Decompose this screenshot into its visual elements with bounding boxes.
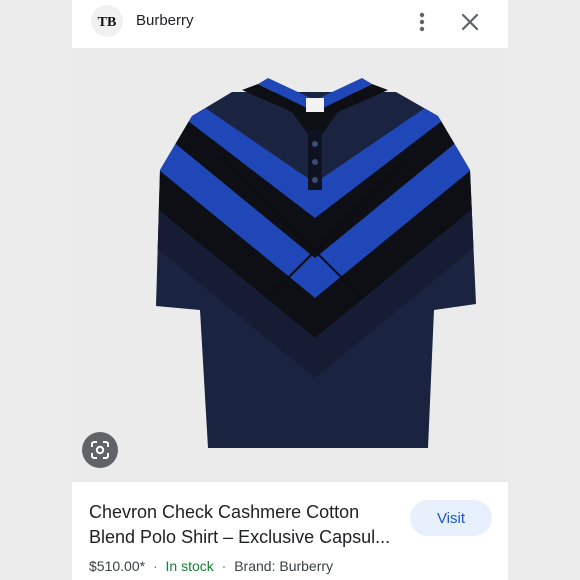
google-lens-icon[interactable] <box>82 432 118 468</box>
product-image[interactable] <box>72 48 508 482</box>
product-title-line-2: Blend Polo Shirt – Exclusive Capsul... <box>89 527 391 547</box>
card-header: TB Burberry <box>72 0 508 48</box>
price: $510.00* <box>89 558 146 574</box>
brand-name[interactable]: Burberry <box>136 12 194 29</box>
product-title-line-1: Chevron Check Cashmere Cotton <box>89 502 360 522</box>
stock-status: In stock <box>165 558 214 574</box>
product-meta: $510.00* · In stock · Brand: Burberry <box>89 558 333 574</box>
visit-button[interactable]: Visit <box>410 500 492 536</box>
close-icon[interactable] <box>458 10 482 34</box>
svg-text:TB: TB <box>98 15 117 30</box>
product-title[interactable]: Chevron Check Cashmere Cotton Blend Polo… <box>89 500 399 550</box>
more-vert-icon[interactable] <box>412 10 432 34</box>
separator-dot: · <box>152 558 158 574</box>
burberry-monogram-icon: TB <box>98 15 117 30</box>
brand-logo[interactable]: TB <box>91 5 123 37</box>
polo-shirt-image <box>156 78 476 448</box>
brand-label: Brand: Burberry <box>234 558 334 574</box>
separator-dot: · <box>221 558 227 574</box>
product-card: TB Burberry Chevron Check Cashmere Cotto… <box>72 0 508 580</box>
